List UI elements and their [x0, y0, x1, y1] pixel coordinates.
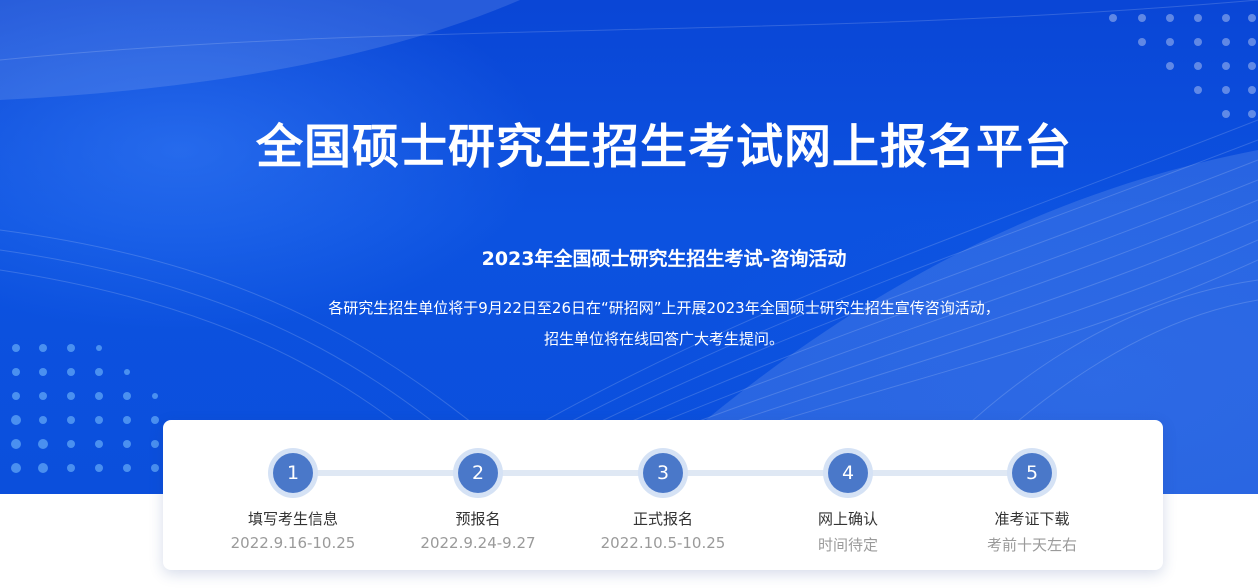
step-1-number: 1 — [273, 453, 313, 493]
step-5-label: 准考证下载 — [994, 510, 1070, 528]
step-1[interactable]: 1 填写考生信息 2022.9.16-10.25 — [203, 448, 383, 552]
step-5-number: 5 — [1012, 453, 1052, 493]
step-4[interactable]: 4 网上确认 时间待定 — [758, 448, 938, 555]
step-1-ring: 1 — [268, 448, 318, 498]
step-3-date: 2022.10.5-10.25 — [600, 534, 726, 552]
activity-description-line2: 招生单位将在线回答广大考生提问。 — [543, 330, 784, 348]
step-2-number: 2 — [458, 453, 498, 493]
step-2[interactable]: 2 预报名 2022.9.24-9.27 — [388, 448, 568, 552]
step-4-date: 时间待定 — [817, 536, 878, 554]
step-4-ring: 4 — [823, 448, 873, 498]
step-2-label: 预报名 — [455, 510, 501, 528]
step-3[interactable]: 3 正式报名 2022.10.5-10.25 — [573, 448, 753, 552]
step-3-ring: 3 — [638, 448, 688, 498]
activity-description-line1: 各研究生招生单位将于9月22日至26日在“研招网”上开展2023年全国硕士研究生… — [328, 299, 1000, 317]
step-3-label: 正式报名 — [632, 510, 693, 528]
step-4-label: 网上确认 — [817, 510, 878, 528]
step-5[interactable]: 5 准考证下载 考前十天左右 — [942, 448, 1122, 555]
step-5-date: 考前十天左右 — [986, 536, 1077, 554]
page-title: 全国硕士研究生招生考试网上报名平台 — [256, 120, 1072, 175]
step-3-number: 3 — [643, 453, 683, 493]
step-2-ring: 2 — [453, 448, 503, 498]
step-4-number: 4 — [828, 453, 868, 493]
activity-subtitle: 2023年全国硕士研究生招生考试-咨询活动 — [481, 248, 847, 270]
step-2-date: 2022.9.24-9.27 — [420, 534, 536, 552]
step-5-ring: 5 — [1007, 448, 1057, 498]
step-1-date: 2022.9.16-10.25 — [230, 534, 356, 552]
step-1-label: 填写考生信息 — [247, 510, 338, 528]
registration-steps-card: 1 填写考生信息 2022.9.16-10.25 2 预报名 2022.9.24… — [163, 420, 1163, 570]
